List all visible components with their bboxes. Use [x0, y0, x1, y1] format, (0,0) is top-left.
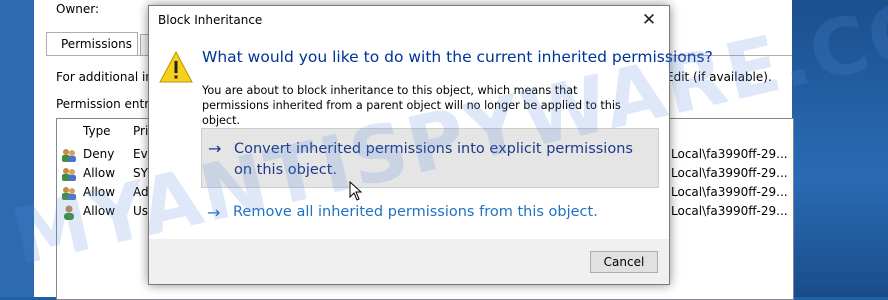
users-icon — [62, 168, 76, 181]
dialog-titlebar: Block Inheritance ✕ — [149, 6, 669, 36]
desktop-background-right — [792, 0, 888, 297]
convert-option-label: Convert inherited permissions into expli… — [234, 141, 633, 178]
info-text: For additional inf — [56, 70, 158, 84]
cancel-button[interactable]: Cancel — [590, 251, 658, 273]
dialog-question: What would you like to do with the curre… — [202, 48, 713, 66]
column-header-type[interactable]: Type — [83, 124, 111, 138]
users-icon — [62, 149, 76, 162]
row-type: Allow — [83, 204, 116, 218]
dialog-title: Block Inheritance — [158, 13, 263, 27]
dialog-description: You are about to block inheritance to th… — [202, 84, 621, 127]
row-type: Allow — [83, 166, 116, 180]
desktop-background-left — [0, 0, 34, 297]
row-type: Deny — [83, 147, 115, 161]
row-type: Allow — [83, 185, 116, 199]
warning-icon — [159, 50, 193, 83]
column-header-principal[interactable]: Pri — [133, 124, 148, 138]
mouse-pointer-icon — [349, 181, 363, 201]
arrow-right-icon: → — [208, 139, 222, 158]
block-inheritance-dialog: Block Inheritance ✕ What would you like … — [148, 5, 713, 285]
remove-option-label: Remove all inherited permissions from th… — [233, 204, 598, 220]
convert-inherited-permissions-option[interactable]: → Convert inherited permissions into exp… — [201, 128, 659, 188]
user-icon — [64, 205, 74, 220]
arrow-right-icon: → — [207, 203, 221, 222]
close-icon[interactable]: ✕ — [639, 10, 659, 30]
dialog-content: What would you like to do with the curre… — [149, 36, 713, 239]
row-principal: Ad — [133, 185, 149, 199]
info-text-right: Edit (if available). — [666, 70, 772, 84]
remove-inherited-permissions-option[interactable]: → Remove all inherited permissions from … — [201, 201, 659, 231]
dialog-footer: Cancel — [149, 239, 669, 284]
users-icon — [62, 187, 76, 200]
tab-permissions[interactable]: Permissions — [46, 32, 138, 56]
permission-entries-label: Permission entrie — [56, 97, 160, 111]
owner-label: Owner: — [56, 2, 100, 16]
